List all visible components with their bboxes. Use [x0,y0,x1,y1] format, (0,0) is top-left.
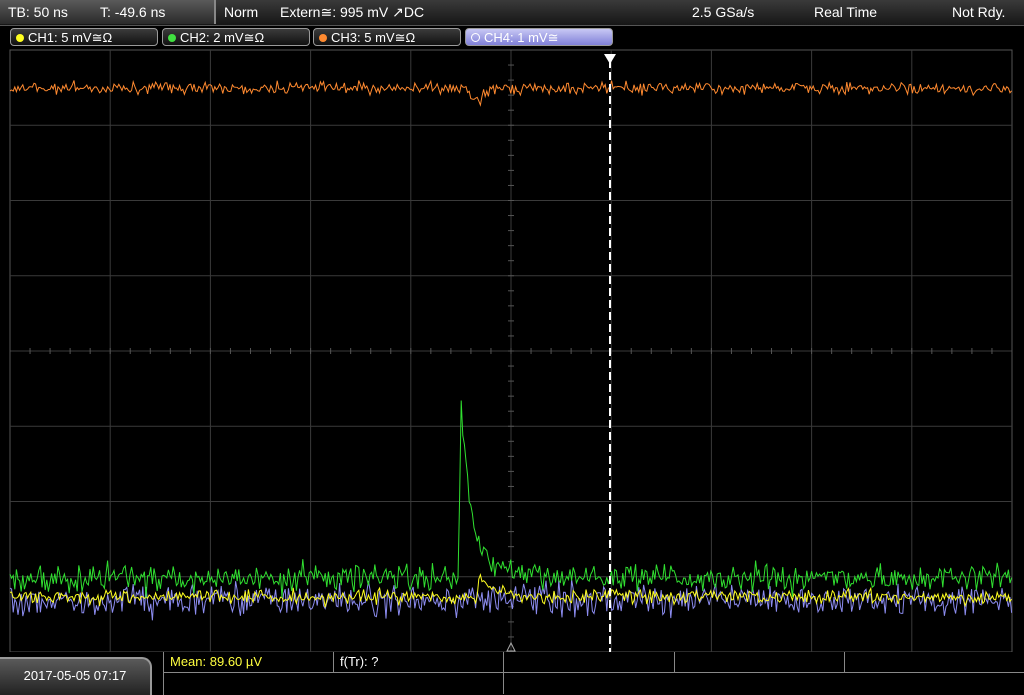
measurement-slot-7[interactable] [504,673,1024,694]
sample-rate[interactable]: 2.5 GSa/s [692,4,754,20]
channel-label: CH1: 5 mV≅Ω [28,30,113,45]
timebase-value: TB: 50 ns [8,4,68,20]
ch2-indicator-icon [168,34,176,42]
measurement-slot-3[interactable] [504,652,675,673]
measurement-panel: Mean: 89.60 µV f(Tr): ? [163,652,1024,695]
trigger-marker-icon[interactable] [604,54,616,64]
channel-tab-ch3[interactable]: CH3: 5 mV≅Ω [313,28,461,46]
timebase-panel[interactable]: TB: 50 ns T: -49.6 ns [0,0,216,24]
channel-tab-ch4[interactable]: CH4: 1 mV≅ [465,28,613,46]
measurement-slot-5[interactable] [845,652,1024,673]
ch4-indicator-icon [471,33,480,42]
trigger-time-value: T: -49.6 ns [100,4,166,20]
measurement-slot-6[interactable] [164,673,504,694]
channel-label: CH4: 1 mV≅ [484,30,559,45]
trigger-status: Not Rdy. [952,4,1006,20]
waveform-display[interactable] [0,48,1024,652]
datetime-label: 2017-05-05 07:17 [0,657,152,695]
ch3-indicator-icon [319,34,327,42]
acquisition-mode[interactable]: Real Time [814,4,877,20]
channel-tab-ch1[interactable]: CH1: 5 mV≅Ω [10,28,158,46]
measurement-slot-4[interactable] [675,652,845,673]
ch1-indicator-icon [16,34,24,42]
status-bar: TB: 50 ns T: -49.6 ns Norm Extern≅: 995 … [0,0,1024,26]
channel-label: CH3: 5 mV≅Ω [331,30,416,45]
mean-measurement[interactable]: Mean: 89.60 µV [164,652,334,673]
channel-tab-ch2[interactable]: CH2: 2 mV≅Ω [162,28,310,46]
channel-bar: CH1: 5 mV≅Ω CH2: 2 mV≅Ω CH3: 5 mV≅Ω CH4:… [0,26,1024,48]
channel-label: CH2: 2 mV≅Ω [180,30,265,45]
ftr-measurement[interactable]: f(Tr): ? [334,652,504,673]
trigger-source[interactable]: Extern≅: 995 mV ↗DC [280,4,424,21]
trigger-mode[interactable]: Norm [224,4,258,20]
cursor-markers[interactable] [506,54,616,652]
